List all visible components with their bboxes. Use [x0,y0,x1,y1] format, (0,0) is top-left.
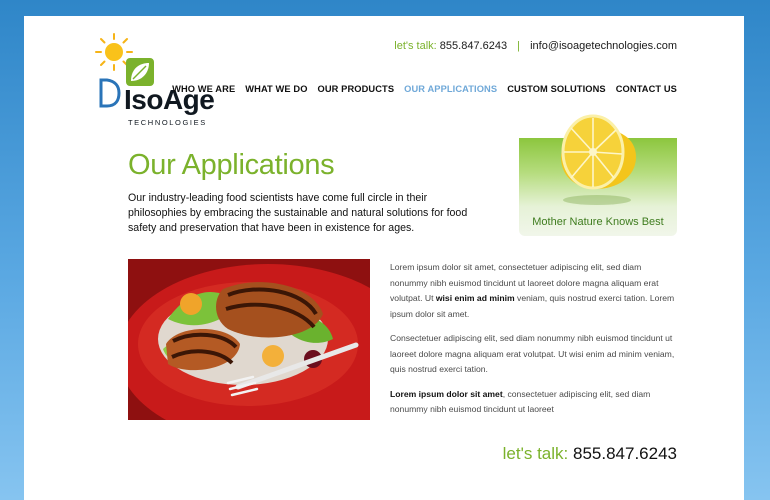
page-container: IsoAge TECHNOLOGIES let's talk: 855.847.… [24,16,744,500]
nav-item-custom-solutions[interactable]: CUSTOM SOLUTIONS [507,84,606,94]
header-contact: let's talk: 855.847.6243 | info@isoagete… [394,40,677,52]
nav-item-contact-us[interactable]: CONTACT US [616,84,677,94]
intro-text: Our industry-leading food scientists hav… [128,192,468,234]
contact-label: let's talk: [394,40,437,52]
promo-caption: Mother Nature Knows Best [532,216,664,228]
main-nav: WHO WE ARE WHAT WE DO OUR PRODUCTS OUR A… [172,84,677,94]
nav-item-who-we-are[interactable]: WHO WE ARE [172,84,235,94]
footer-contact: let's talk: 855.847.6243 [503,444,677,464]
body-copy: Lorem ipsum dolor sit amet, consectetuer… [390,260,680,427]
header-phone[interactable]: 855.847.6243 [440,40,507,52]
footer-contact-label: let's talk: [502,444,569,463]
lemon-image [561,114,636,205]
paragraph-2: Consectetuer adipiscing elit, sed diam n… [390,333,675,374]
page-title: Our Applications [128,149,335,181]
header-email-link[interactable]: info@isoagetechnologies.com [530,40,677,52]
drop-d-icon [99,78,121,108]
food-image [128,259,370,420]
footer-phone[interactable]: 855.847.6243 [573,444,677,463]
paragraph-1: Lorem ipsum dolor sit amet, consectetuer… [390,262,675,319]
logo-tagline: TECHNOLOGIES [128,118,207,127]
promo-box: Mother Nature Knows Best [519,114,677,236]
nav-item-what-we-do[interactable]: WHAT WE DO [245,84,307,94]
contact-separator: | [517,40,521,52]
paragraph-3: Lorem ipsum dolor sit amet, consectetuer… [390,388,651,415]
nav-item-our-products[interactable]: OUR PRODUCTS [318,84,395,94]
nav-item-our-applications[interactable]: OUR APPLICATIONS [404,84,497,94]
